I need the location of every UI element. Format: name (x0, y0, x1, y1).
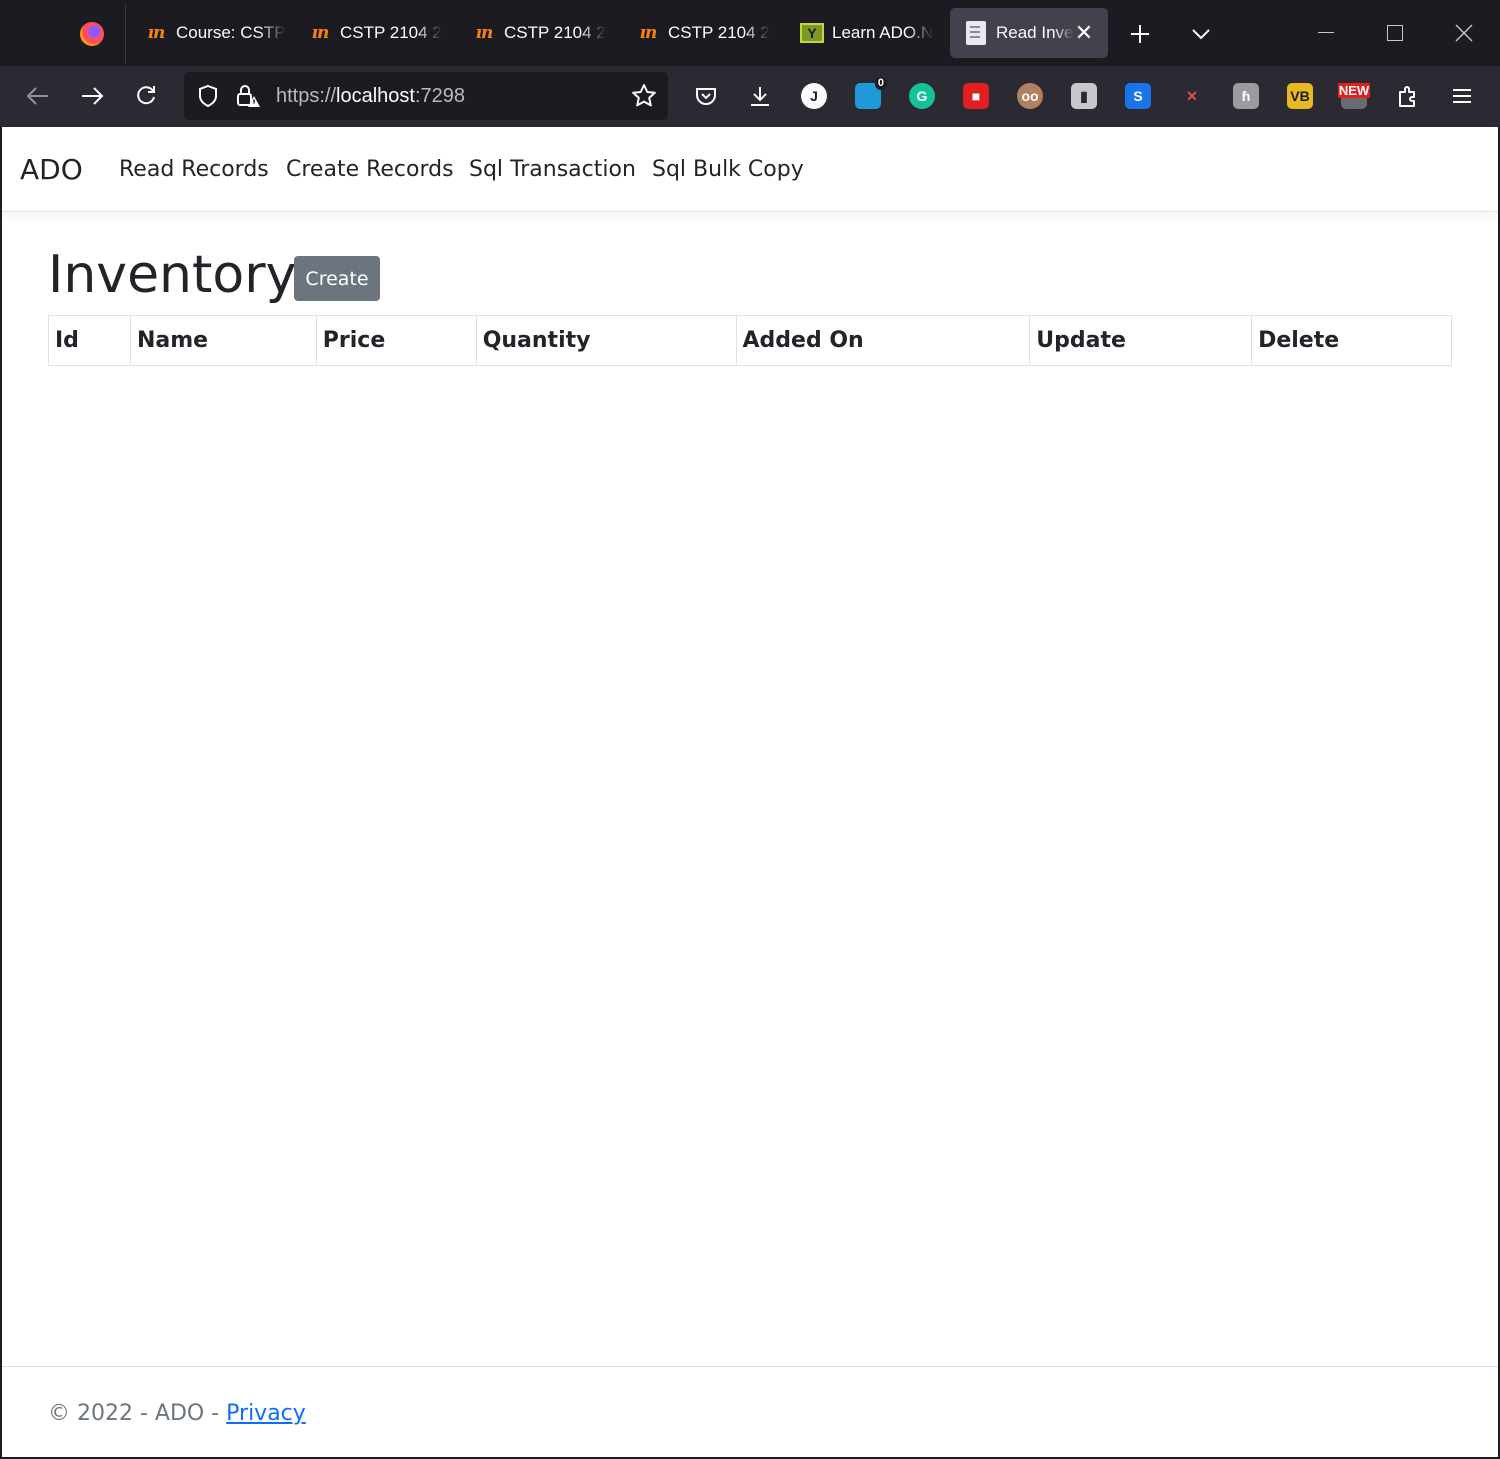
extension-badge: 0 (874, 77, 887, 90)
back-button[interactable] (17, 75, 59, 117)
tab-title: Learn ADO.N (832, 23, 934, 42)
tab-title: Course: CSTP (176, 23, 286, 42)
h-extension-icon[interactable]: ɦ (1233, 83, 1259, 109)
column-header-quantity: Quantity (475, 315, 737, 366)
bitwarden-extension-icon[interactable]: ▮ (1071, 83, 1097, 109)
learn-site-icon: Y (800, 23, 824, 43)
tab-course[interactable]: ın Course: CSTP (130, 8, 290, 58)
list-all-tabs-button[interactable] (1179, 12, 1223, 56)
download-icon (751, 87, 769, 106)
web-page: ADO Read Records Create Records Sql Tran… (2, 127, 1498, 1457)
new-video-extension-icon[interactable]: NEW (1337, 83, 1371, 109)
address-bar[interactable]: https://localhost:7298 (184, 72, 668, 120)
privacy-link[interactable]: Privacy (226, 1401, 306, 1426)
site-footer: © 2022 - ADO - Privacy (2, 1366, 1498, 1457)
reload-button[interactable] (125, 75, 167, 117)
pocket-icon (696, 88, 716, 105)
firefox-view-button[interactable] (70, 12, 114, 56)
back-arrow-icon (26, 87, 48, 105)
column-header-added-on: Added On (735, 315, 1031, 366)
tab-read-inventory[interactable]: Read Inve ✕ (950, 8, 1108, 58)
inventory-table: Id Name Price Quantity Added On Update D… (48, 315, 1452, 366)
nav-link-sql-transaction[interactable]: Sql Transaction (469, 157, 636, 182)
vb-extension-icon[interactable]: VB (1287, 83, 1313, 109)
tab-title: CSTP 2104 2 (340, 23, 442, 42)
column-header-id: Id (48, 315, 131, 366)
brand-link[interactable]: ADO (20, 153, 83, 186)
nav-link-sql-bulk-copy[interactable]: Sql Bulk Copy (652, 157, 804, 182)
tab-cstp-1[interactable]: ın CSTP 2104 2 (294, 8, 454, 58)
document-icon (964, 21, 988, 45)
moodle-icon: ın (147, 23, 166, 43)
close-icon (1455, 24, 1473, 42)
minimize-button[interactable] (1296, 8, 1356, 58)
glasses-extension-icon[interactable]: oo (1017, 83, 1043, 109)
moodle-icon: ın (639, 23, 658, 43)
forward-button[interactable] (71, 75, 113, 117)
s-extension-icon[interactable]: S (1125, 83, 1151, 109)
bookmark-star-icon[interactable] (630, 82, 658, 110)
close-window-button[interactable] (1434, 8, 1494, 58)
tab-cstp-3[interactable]: ın CSTP 2104 2 (622, 8, 782, 58)
tab-title: CSTP 2104 2 (504, 23, 606, 42)
create-button[interactable]: Create (294, 256, 380, 301)
extensions-button[interactable] (1387, 75, 1429, 117)
minimize-icon (1318, 32, 1334, 33)
tab-title: CSTP 2104 2 (668, 23, 770, 42)
table-header-row: Id Name Price Quantity Added On Update D… (48, 315, 1452, 366)
tab-cstp-2[interactable]: ın CSTP 2104 2 (458, 8, 618, 58)
chevron-down-icon (1192, 29, 1210, 40)
moodle-icon: ın (475, 23, 494, 43)
adblock-extension-icon[interactable]: ■ (963, 83, 989, 109)
firefox-icon (80, 22, 104, 46)
ghostery-extension-icon[interactable]: 0 (855, 77, 887, 109)
tab-learn-ado[interactable]: Y Learn ADO.N (786, 8, 946, 58)
column-header-update: Update (1029, 315, 1253, 366)
nav-link-read-records[interactable]: Read Records (119, 157, 269, 182)
close-tab-icon[interactable]: ✕ (1072, 21, 1096, 45)
hamburger-menu-icon (1453, 89, 1471, 103)
tab-separator (125, 4, 126, 64)
nav-link-create-records[interactable]: Create Records (286, 157, 454, 182)
grammarly-extension-icon[interactable]: G (909, 83, 935, 109)
puzzle-icon (1399, 86, 1415, 107)
new-tab-button[interactable] (1118, 12, 1162, 56)
copyright-text: © 2022 - ADO - (48, 1401, 227, 1426)
maximize-icon (1387, 25, 1403, 41)
tab-title: Read Inve (996, 23, 1074, 42)
page-title: Inventory (48, 245, 297, 305)
column-header-delete: Delete (1251, 315, 1452, 366)
reload-icon (137, 86, 155, 105)
tab-strip: ın Course: CSTP ın CSTP 2104 2 ın CSTP 2… (0, 0, 1500, 66)
plus-icon (1131, 25, 1149, 43)
site-navbar: ADO Read Records Create Records Sql Tran… (2, 127, 1498, 212)
moodle-icon: ın (311, 23, 330, 43)
app-menu-button[interactable] (1441, 75, 1483, 117)
column-header-price: Price (315, 315, 477, 366)
column-header-name: Name (129, 315, 317, 366)
forward-arrow-icon (82, 87, 104, 105)
disabled-extension-icon[interactable]: ✕ (1179, 83, 1205, 109)
new-label: NEW (1337, 83, 1371, 98)
downloads-button[interactable] (739, 75, 781, 117)
j-extension-icon[interactable]: J (801, 83, 827, 109)
lock-warning-icon[interactable] (234, 82, 262, 110)
url-text: https://localhost:7298 (276, 85, 466, 107)
footer-text: © 2022 - ADO - Privacy (48, 1401, 306, 1426)
navigation-toolbar: https://localhost:7298 J 0 G ■ oo ▮ S ✕ … (0, 66, 1500, 127)
pocket-button[interactable] (685, 75, 727, 117)
shield-icon[interactable] (194, 82, 222, 110)
maximize-button[interactable] (1365, 8, 1425, 58)
